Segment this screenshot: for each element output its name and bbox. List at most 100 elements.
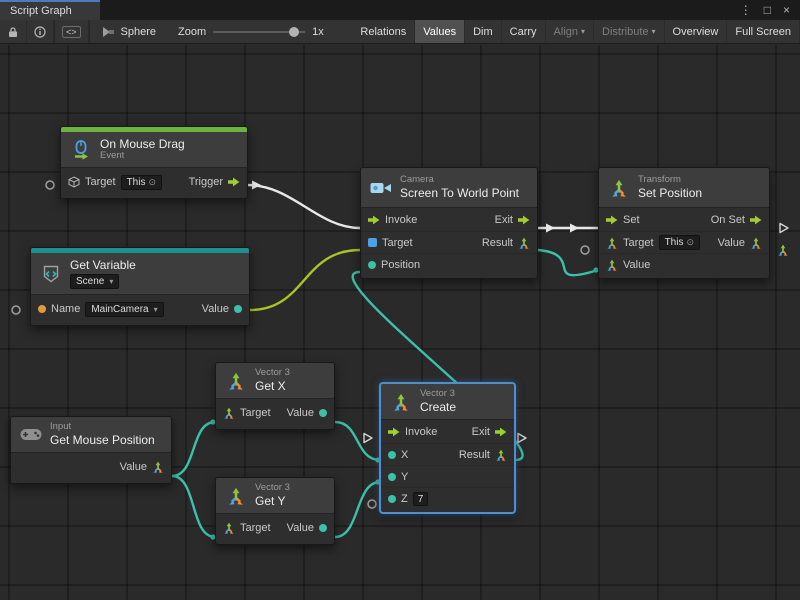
unconnected-port-circle[interactable] — [581, 246, 589, 254]
camera-icon — [369, 181, 393, 195]
port-label-name: Name — [51, 303, 80, 315]
port-label-invoke: Invoke — [385, 214, 417, 226]
lock-toggle-button[interactable] — [0, 20, 27, 43]
node-vector3-create[interactable]: Vector 3 Create Invoke Exit — [380, 383, 515, 513]
unconnected-flow-triangle[interactable] — [364, 434, 372, 443]
flow-input-port[interactable] — [368, 215, 380, 225]
port-label-y: Y — [401, 471, 408, 483]
flow-output-port[interactable] — [495, 427, 507, 437]
zoom-control: Zoom 1x — [168, 20, 334, 43]
chevron-down-icon: ▾ — [581, 27, 585, 36]
target-this-chip[interactable]: This ⊙ — [659, 235, 700, 250]
target-this-chip[interactable]: This ⊙ — [121, 175, 162, 190]
unconnected-port-circle[interactable] — [46, 181, 54, 189]
x-input-port[interactable] — [388, 451, 396, 459]
transform-input-port[interactable] — [606, 237, 618, 249]
window-close-icon[interactable]: × — [783, 4, 790, 16]
toolbar-button-dim[interactable]: Dim — [465, 20, 502, 43]
zoom-slider[interactable] — [213, 25, 305, 39]
toolbar-button-overview[interactable]: Overview — [665, 20, 728, 43]
window-maximize-icon[interactable]: □ — [764, 4, 771, 16]
port-label-value-in: Value — [623, 259, 650, 271]
zoom-slider-handle[interactable] — [289, 27, 299, 37]
graph-canvas[interactable]: On Mouse Drag Event Target This ⊙ — [0, 45, 800, 600]
node-title: Get X — [255, 379, 290, 393]
vector3-input-port[interactable] — [223, 407, 235, 419]
z-value-input[interactable]: 7 — [413, 492, 429, 506]
node-on-mouse-drag[interactable]: On Mouse Drag Event Target This ⊙ — [60, 126, 248, 199]
port-label-target: Target — [382, 237, 413, 249]
port-label-value: Value — [287, 407, 314, 419]
flow-output-port[interactable] — [750, 215, 762, 225]
node-title: Set Position — [638, 186, 702, 200]
value-output-port[interactable] — [319, 409, 327, 417]
unconnected-flow-triangle[interactable] — [518, 434, 526, 443]
toolbar-button-relations[interactable]: Relations — [352, 20, 415, 43]
button-label: Carry — [510, 26, 537, 38]
vector3-output-port[interactable] — [518, 237, 530, 249]
unconnected-port-circle[interactable] — [12, 306, 20, 314]
button-label: Overview — [673, 26, 719, 38]
vector3-output-port[interactable] — [152, 461, 164, 473]
node-screen-to-world-point[interactable]: Camera Screen To World Point Invoke Exit — [360, 167, 538, 279]
vector3-input-port[interactable] — [606, 259, 618, 271]
gamepad-icon — [19, 428, 43, 441]
vector3-output-port[interactable] — [750, 237, 762, 249]
unconnected-vector-port-icon[interactable] — [779, 245, 788, 256]
flow-input-port[interactable] — [388, 427, 400, 437]
port-label-position: Position — [381, 259, 420, 271]
value-output-port[interactable] — [319, 524, 327, 532]
mouse-drag-icon — [69, 140, 93, 160]
scope-value: Scene — [76, 276, 104, 287]
flow-arrow — [546, 224, 555, 233]
string-input-port[interactable] — [38, 305, 46, 313]
button-label: Values — [423, 26, 456, 38]
node-title: Get Y — [255, 494, 290, 508]
node-get-mouse-position[interactable]: Input Get Mouse Position Value — [10, 416, 172, 484]
value-output-port[interactable] — [234, 305, 242, 313]
flow-input-port[interactable] — [606, 215, 618, 225]
node-get-variable[interactable]: Get Variable Scene ▾ Name MainCamera ▾ — [30, 247, 250, 326]
vector3-icon — [224, 487, 248, 505]
vector3-icon — [224, 372, 248, 390]
toolbar-button-full-screen[interactable]: Full Screen — [727, 20, 800, 43]
graph-owner-crumb[interactable]: Sphere — [90, 20, 168, 43]
node-title: Screen To World Point — [400, 186, 519, 200]
info-button[interactable] — [27, 20, 54, 43]
port-label-x: X — [401, 449, 408, 461]
camera-input-port[interactable] — [368, 238, 377, 247]
variable-scope-dropdown[interactable]: Scene ▾ — [70, 274, 119, 289]
y-input-port[interactable] — [388, 473, 396, 481]
node-get-x[interactable]: Vector 3 Get X Target Value — [215, 362, 335, 430]
node-set-position[interactable]: Transform Set Position Set On Set — [598, 167, 770, 279]
toolbar-button-carry[interactable]: Carry — [502, 20, 546, 43]
object-picker-icon: ⊙ — [686, 237, 694, 248]
node-category: Camera — [400, 175, 519, 186]
port-label-z: Z — [401, 493, 408, 505]
code-view-button[interactable]: <> — [55, 20, 89, 43]
variable-name-dropdown[interactable]: MainCamera ▾ — [85, 302, 163, 317]
code-icon: <> — [62, 26, 81, 38]
wire-variable-to-target — [250, 250, 360, 310]
flow-output-port[interactable] — [518, 215, 530, 225]
node-title: Get Variable — [70, 258, 136, 272]
graph-owner-label: Sphere — [121, 26, 156, 38]
window-menu-icon[interactable]: ⋮ — [740, 4, 752, 16]
toolbar-button-values[interactable]: Values — [415, 20, 465, 43]
vector3-input-port[interactable] — [223, 522, 235, 534]
port-label-invoke: Invoke — [405, 426, 437, 438]
port-label-exit: Exit — [495, 214, 513, 226]
vector3-input-port[interactable] — [368, 261, 376, 269]
zoom-value: 1x — [312, 26, 324, 38]
tab-script-graph[interactable]: Script Graph — [0, 0, 100, 20]
z-input-port[interactable] — [388, 495, 396, 503]
vector3-output-port[interactable] — [495, 449, 507, 461]
toolbar-button-distribute[interactable]: Distribute▾ — [594, 20, 664, 43]
flow-output-port[interactable] — [228, 177, 240, 187]
unconnected-port-circle[interactable] — [368, 500, 376, 508]
node-get-y[interactable]: Vector 3 Get Y Target Value — [215, 477, 335, 545]
flow-arrow — [252, 181, 261, 190]
unconnected-flow-triangle[interactable] — [780, 224, 788, 233]
node-subtitle: Event — [100, 151, 185, 162]
toolbar-button-align[interactable]: Align▾ — [546, 20, 594, 43]
